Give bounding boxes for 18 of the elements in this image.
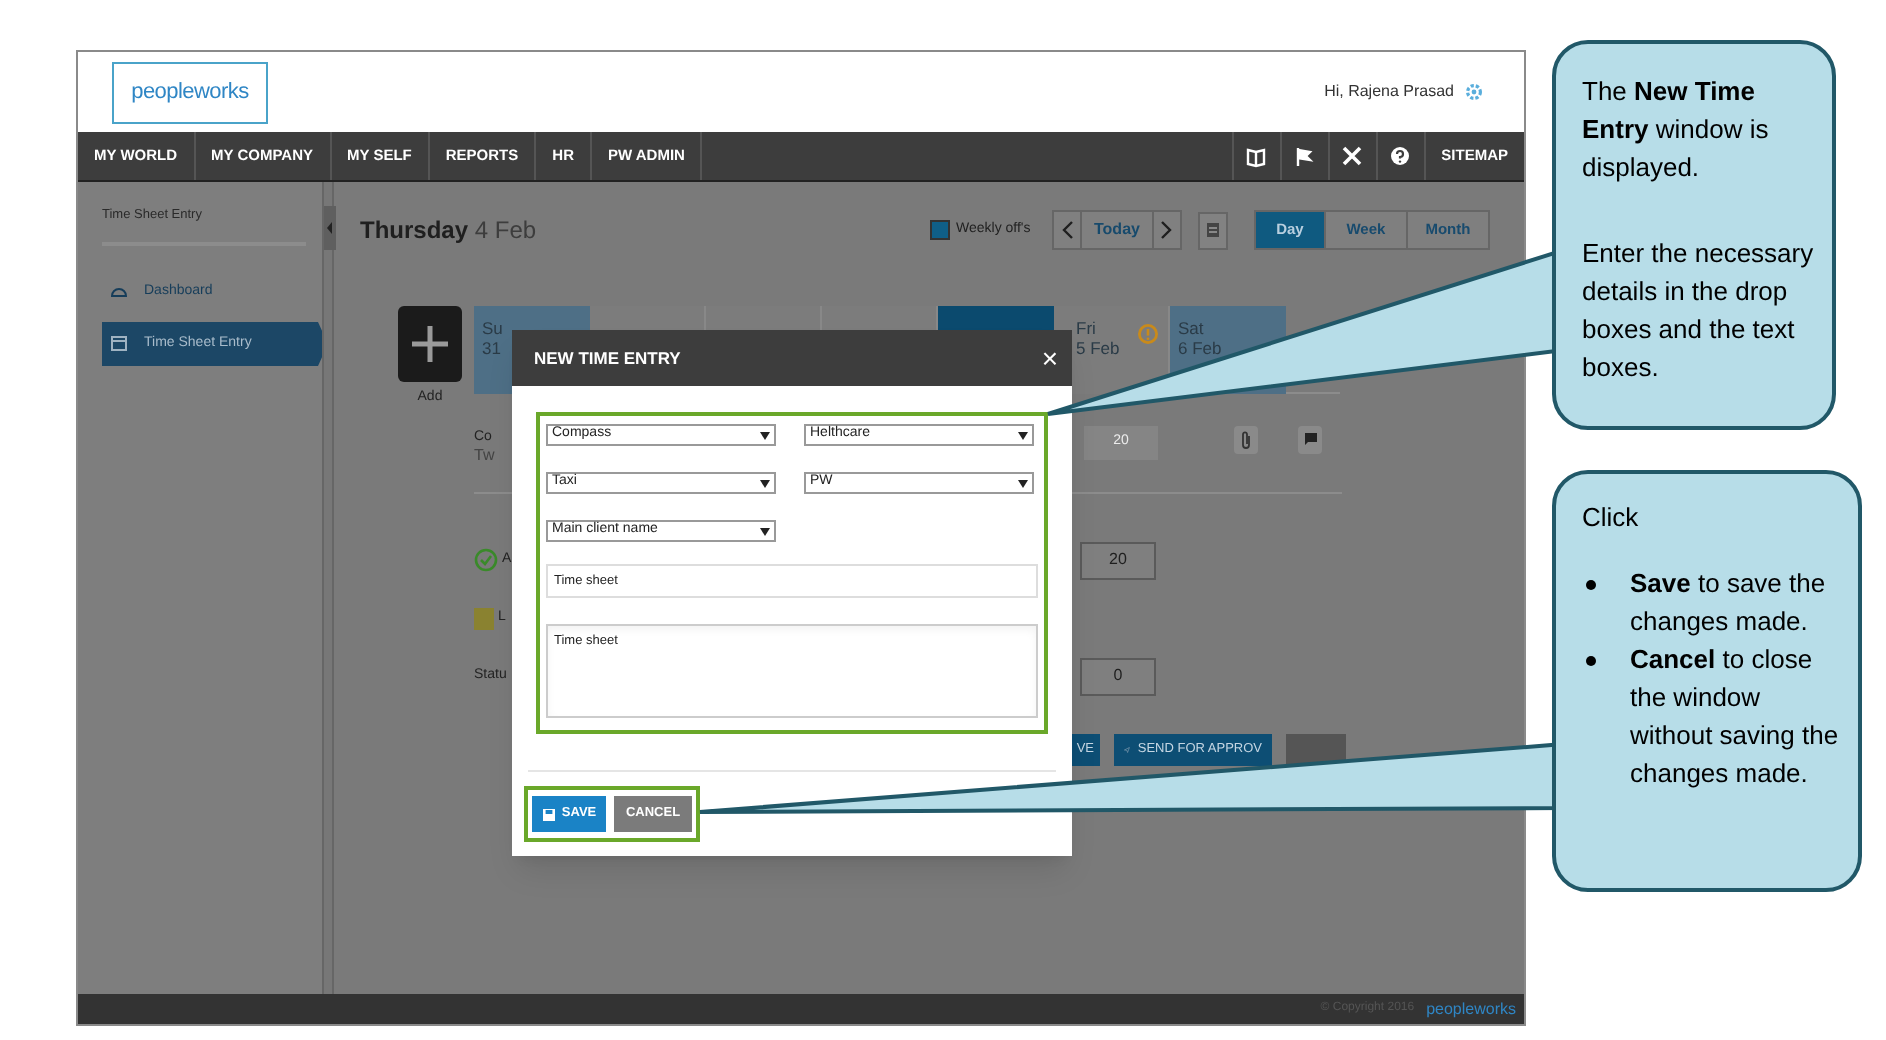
- callout-text: Click: [1582, 500, 1641, 536]
- summary-field: 0: [1080, 657, 1156, 695]
- callout-text: Save to save the changes made.: [1630, 566, 1828, 640]
- footer-logo: peopleworks: [1426, 997, 1516, 1021]
- dialog-title: NEW TIME ENTRY: [534, 345, 681, 371]
- day-date: 6 Feb: [1178, 338, 1222, 358]
- callout-text: Enter the necessary details in the drop boxes and the text boxes.: [1582, 236, 1816, 386]
- callout-text: The New Time Entry window is displayed.: [1582, 74, 1771, 186]
- day-name: Sat: [1178, 318, 1204, 338]
- callout-text: Cancel to close the window without saving the changes made.: [1630, 642, 1840, 792]
- logo: peopleworks: [112, 61, 268, 123]
- summary-field: 20: [1080, 541, 1156, 579]
- date-heading: Thursday 4 Feb: [360, 214, 539, 248]
- day-date: 5 Feb: [1076, 338, 1120, 358]
- user-greeting: Hi, Rajena Prasad: [1324, 80, 1454, 104]
- day-name: Fri: [1076, 318, 1096, 338]
- day-date: 31: [482, 338, 501, 358]
- day-name: Su: [482, 318, 503, 338]
